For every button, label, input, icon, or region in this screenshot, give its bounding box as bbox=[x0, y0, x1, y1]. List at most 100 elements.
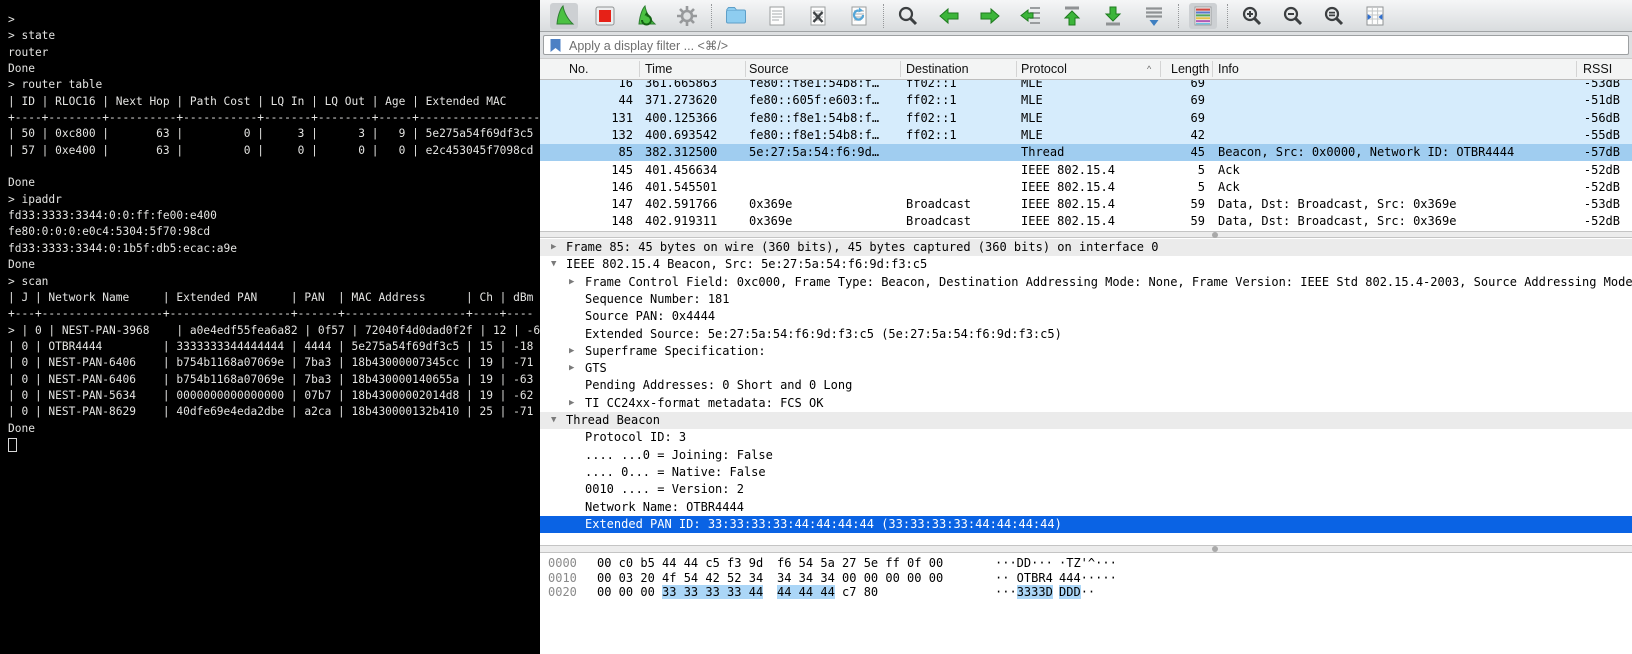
pane-splitter-bottom[interactable] bbox=[540, 545, 1632, 553]
terminal-pane[interactable]: >> staterouterDone> router table| ID | R… bbox=[0, 0, 540, 654]
go-back-icon[interactable] bbox=[935, 3, 963, 29]
collapsed-arrow-icon[interactable]: ▶ bbox=[569, 395, 574, 412]
column-divider[interactable] bbox=[1160, 61, 1161, 77]
detail-row[interactable]: Pending Addresses: 0 Short and 0 Long bbox=[540, 377, 1632, 394]
detail-row[interactable]: Network Name: OTBR4444 bbox=[540, 499, 1632, 516]
detail-row[interactable]: Source PAN: 0x4444 bbox=[540, 308, 1632, 325]
auto-scroll-icon[interactable] bbox=[1140, 3, 1168, 29]
cell-len: 69 bbox=[1120, 92, 1205, 109]
stop-capture-icon[interactable] bbox=[591, 3, 619, 29]
packet-row-selected[interactable]: 85382.3125005e:27:5a:54:f6:9d…Thread45Be… bbox=[540, 144, 1632, 161]
detail-row[interactable]: ▶Frame 85: 45 bytes on wire (360 bits), … bbox=[540, 239, 1632, 256]
detail-text: Extended Source: 5e:27:5a:54:f6:9d:f3:c5… bbox=[585, 326, 1062, 343]
detail-row[interactable]: ▶TI CC24xx-format metadata: FCS OK bbox=[540, 395, 1632, 412]
packet-row[interactable]: 147402.5917660x369eBroadcastIEEE 802.15.… bbox=[540, 196, 1632, 213]
packet-row[interactable]: 148402.9193110x369eBroadcastIEEE 802.15.… bbox=[540, 213, 1632, 230]
terminal-line: | 0 | NEST-PAN-6406 | b754b1168a07069e |… bbox=[8, 372, 540, 388]
column-header-info[interactable]: Info bbox=[1218, 62, 1239, 76]
detail-row[interactable]: ▼Thread Beacon bbox=[540, 412, 1632, 429]
column-header-destination[interactable]: Destination bbox=[906, 62, 969, 76]
cell-no: 148 bbox=[540, 213, 633, 230]
detail-row[interactable]: Protocol ID: 3 bbox=[540, 429, 1632, 446]
column-divider[interactable] bbox=[639, 61, 640, 77]
detail-row[interactable]: ▼IEEE 802.15.4 Beacon, Src: 5e:27:5a:54:… bbox=[540, 256, 1632, 273]
start-capture-icon[interactable] bbox=[550, 3, 578, 29]
restart-capture-icon[interactable] bbox=[632, 3, 660, 29]
cell-proto: MLE bbox=[1021, 80, 1043, 92]
detail-row[interactable]: Sequence Number: 181 bbox=[540, 291, 1632, 308]
cell-time: 400.693542 bbox=[645, 127, 717, 144]
go-first-icon[interactable] bbox=[1058, 3, 1086, 29]
column-divider[interactable] bbox=[745, 61, 746, 77]
packet-row[interactable]: 146401.545501IEEE 802.15.45Ack-52dB bbox=[540, 179, 1632, 196]
column-header-time[interactable]: Time bbox=[645, 62, 672, 76]
detail-row[interactable]: ▶GTS bbox=[540, 360, 1632, 377]
zoom-out-icon[interactable] bbox=[1279, 3, 1307, 29]
cell-rssi: -55dB bbox=[1530, 127, 1620, 144]
hex-offset: 0020 bbox=[548, 585, 577, 600]
packet-row[interactable]: 132400.693542fe80::f8e1:54b8:f…ff02::1ML… bbox=[540, 127, 1632, 144]
terminal-line: Done bbox=[8, 421, 540, 437]
go-last-icon[interactable] bbox=[1099, 3, 1127, 29]
cell-info: Ack bbox=[1218, 179, 1240, 196]
collapsed-arrow-icon[interactable]: ▶ bbox=[569, 274, 574, 291]
zoom-in-icon[interactable] bbox=[1238, 3, 1266, 29]
splitter-handle[interactable] bbox=[1212, 546, 1218, 552]
detail-row[interactable]: ▶Frame Control Field: 0xc000, Frame Type… bbox=[540, 274, 1632, 291]
column-header-source[interactable]: Source bbox=[749, 62, 789, 76]
pane-splitter-top[interactable] bbox=[540, 231, 1632, 238]
find-packet-icon[interactable] bbox=[894, 3, 922, 29]
column-divider[interactable] bbox=[1016, 61, 1017, 77]
bookmark-icon[interactable] bbox=[549, 38, 562, 53]
collapsed-arrow-icon[interactable]: ▶ bbox=[569, 343, 574, 360]
detail-row[interactable]: 0010 .... = Version: 2 bbox=[540, 481, 1632, 498]
collapsed-arrow-icon[interactable]: ▶ bbox=[569, 360, 574, 377]
column-header-no[interactable]: No. bbox=[569, 62, 588, 76]
colorize-icon[interactable] bbox=[1189, 3, 1217, 29]
expanded-arrow-icon[interactable]: ▼ bbox=[551, 256, 556, 273]
cell-rssi: -51dB bbox=[1530, 92, 1620, 109]
detail-row[interactable]: .... 0... = Native: False bbox=[540, 464, 1632, 481]
expanded-arrow-icon[interactable]: ▼ bbox=[551, 412, 556, 429]
detail-row-selected[interactable]: Extended PAN ID: 33:33:33:33:44:44:44:44… bbox=[540, 516, 1632, 533]
hex-bytes: 00 03 20 4f 54 42 52 34 bbox=[597, 571, 763, 586]
resize-columns-icon[interactable] bbox=[1361, 3, 1389, 29]
column-divider[interactable] bbox=[1576, 61, 1577, 77]
packet-row[interactable]: 44371.273620fe80::605f:e603:f…ff02::1MLE… bbox=[540, 92, 1632, 109]
cell-proto: MLE bbox=[1021, 110, 1043, 127]
column-header-rssi[interactable]: RSSI bbox=[1583, 62, 1612, 76]
hex-bytes: 44 44 44 c7 80 bbox=[777, 585, 878, 600]
column-divider[interactable] bbox=[1212, 61, 1213, 77]
go-forward-icon[interactable] bbox=[976, 3, 1004, 29]
hex-row[interactable]: 002000 00 00 33 33 33 33 4444 44 44 c7 8… bbox=[540, 585, 1632, 600]
cell-proto: MLE bbox=[1021, 92, 1043, 109]
reload-file-icon[interactable] bbox=[845, 3, 873, 29]
packet-row[interactable]: 145401.456634IEEE 802.15.45Ack-52dB bbox=[540, 162, 1632, 179]
packet-row[interactable]: 131400.125366fe80::f8e1:54b8:f…ff02::1ML… bbox=[540, 110, 1632, 127]
column-header-protocol[interactable]: Protocol bbox=[1021, 62, 1067, 76]
hex-bytes: f6 54 5a 27 5e ff 0f 00 bbox=[777, 556, 943, 571]
terminal-line: > state bbox=[8, 28, 540, 44]
ascii-bytes: ···DD··· bbox=[995, 556, 1053, 571]
hex-row[interactable]: 001000 03 20 4f 54 42 52 3434 34 34 00 0… bbox=[540, 571, 1632, 586]
display-filter-input[interactable]: Apply a display filter ... <⌘/> bbox=[543, 35, 1629, 55]
ascii-bytes: 444····· bbox=[1059, 571, 1117, 586]
detail-row[interactable]: .... ...0 = Joining: False bbox=[540, 447, 1632, 464]
cell-time: 371.273620 bbox=[645, 92, 717, 109]
close-file-icon[interactable] bbox=[804, 3, 832, 29]
detail-row[interactable]: Extended Source: 5e:27:5a:54:f6:9d:f3:c5… bbox=[540, 326, 1632, 343]
column-divider[interactable] bbox=[900, 61, 901, 77]
save-file-icon[interactable] bbox=[763, 3, 791, 29]
splitter-handle[interactable] bbox=[1212, 232, 1218, 238]
go-to-packet-icon[interactable] bbox=[1017, 3, 1045, 29]
column-header-length[interactable]: Length bbox=[1171, 62, 1209, 76]
packet-row[interactable]: 16361.665863fe80::f8e1:54b8:f…ff02::1MLE… bbox=[540, 80, 1632, 92]
collapsed-arrow-icon[interactable]: ▶ bbox=[551, 239, 556, 256]
cell-len: 5 bbox=[1120, 179, 1205, 196]
terminal-line: fe80:0:0:0:e0c4:5304:5f70:98cd bbox=[8, 224, 540, 240]
hex-row[interactable]: 000000 c0 b5 44 44 c5 f3 9df6 54 5a 27 5… bbox=[540, 556, 1632, 571]
open-file-icon[interactable] bbox=[722, 3, 750, 29]
zoom-reset-icon[interactable] bbox=[1320, 3, 1348, 29]
detail-row[interactable]: ▶Superframe Specification: bbox=[540, 343, 1632, 360]
capture-options-icon[interactable] bbox=[673, 3, 701, 29]
